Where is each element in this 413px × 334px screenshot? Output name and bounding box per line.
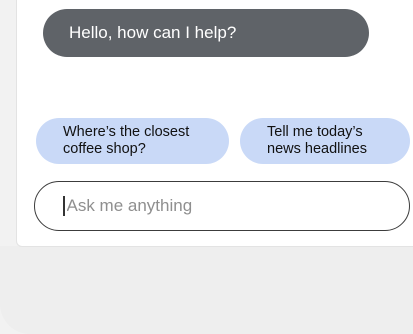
message-input-container[interactable] bbox=[34, 181, 410, 231]
suggestion-chip-label: Tell me today’s news headlines bbox=[267, 124, 367, 157]
assistant-message-text: Hello, how can I help? bbox=[69, 23, 237, 42]
suggestion-chip-label: Where’s the closest coffee shop? bbox=[63, 124, 190, 157]
background-shade bbox=[0, 246, 413, 334]
suggestion-chip-coffee[interactable]: Where’s the closest coffee shop? bbox=[36, 118, 229, 164]
text-cursor bbox=[63, 196, 65, 216]
assistant-screen: Hello, how can I help? Where’s the close… bbox=[0, 0, 413, 334]
suggestion-chip-news[interactable]: Tell me today’s news headlines bbox=[240, 118, 410, 164]
message-input[interactable] bbox=[66, 196, 367, 216]
assistant-message-bubble: Hello, how can I help? bbox=[43, 9, 369, 57]
